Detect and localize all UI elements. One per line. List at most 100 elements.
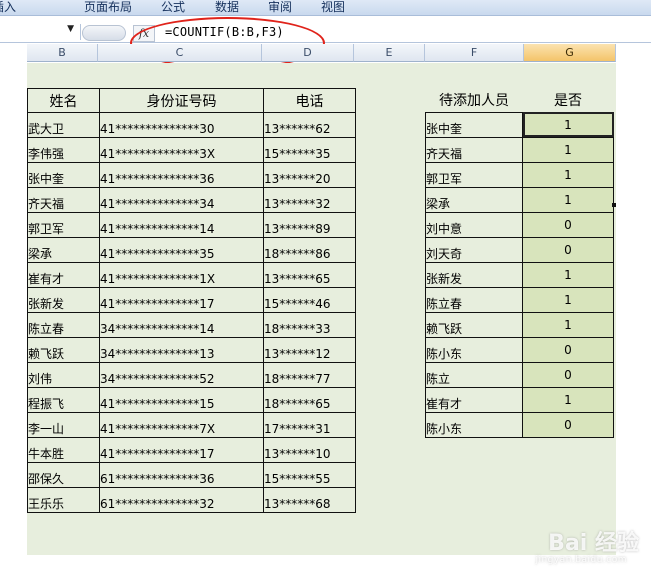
pending-person-cell[interactable]: 郭卫军 (425, 161, 523, 188)
name-cell[interactable]: 赖飞跃 (27, 337, 100, 363)
col-header-c[interactable]: C (98, 44, 262, 62)
phone-cell[interactable]: 13******32 (263, 187, 356, 213)
id-number-cell[interactable]: 41**************15 (99, 387, 264, 413)
col-header-b[interactable]: B (27, 44, 98, 62)
header-name[interactable]: 姓名 (27, 88, 100, 113)
result-cell[interactable]: 0 (522, 411, 614, 438)
id-number-cell[interactable]: 61**************32 (99, 487, 264, 513)
id-number-cell[interactable]: 41**************17 (99, 437, 264, 463)
pending-person-cell[interactable]: 陈立 (425, 361, 523, 388)
result-cell[interactable]: 1 (522, 186, 614, 213)
header-pending-person[interactable]: 待添加人员 (426, 88, 523, 112)
id-number-cell[interactable]: 41**************17 (99, 287, 264, 313)
col-header-d[interactable]: D (262, 44, 354, 62)
formula-bar-splitter[interactable] (82, 25, 126, 41)
name-cell[interactable]: 齐天福 (27, 187, 100, 213)
pending-person-cell[interactable]: 陈立春 (425, 286, 523, 313)
menu-data[interactable]: 数据 (215, 0, 239, 15)
name-cell[interactable]: 武大卫 (27, 112, 100, 138)
phone-cell[interactable]: 13******10 (263, 437, 356, 463)
id-number-cell[interactable]: 41**************35 (99, 237, 264, 263)
result-cell[interactable]: 1 (522, 261, 614, 288)
pending-person-cell[interactable]: 崔有才 (425, 386, 523, 413)
id-number-cell[interactable]: 41**************1X (99, 262, 264, 288)
header-phone[interactable]: 电话 (263, 88, 356, 113)
phone-cell[interactable]: 13******20 (263, 162, 356, 188)
name-box[interactable]: ▼ (0, 24, 81, 40)
fill-handle[interactable] (612, 203, 616, 207)
phone-cell[interactable]: 13******62 (263, 112, 356, 138)
id-number-cell[interactable]: 41**************36 (99, 162, 264, 188)
active-result-cell[interactable]: 1 (522, 111, 614, 138)
pending-person-cell[interactable]: 张新发 (425, 261, 523, 288)
pending-person-cell[interactable]: 梁承 (425, 186, 523, 213)
result-cell[interactable]: 1 (522, 386, 614, 413)
phone-cell[interactable]: 13******89 (263, 212, 356, 238)
name-cell[interactable]: 张新发 (27, 287, 100, 313)
result-cell[interactable]: 1 (522, 286, 614, 313)
name-cell[interactable]: 崔有才 (27, 262, 100, 288)
id-number-cell[interactable]: 41**************30 (99, 112, 264, 138)
table-row: 牛本胜 41**************17 13******10 (27, 437, 356, 463)
pending-person-cell[interactable]: 张中奎 (425, 111, 523, 138)
col-header-e[interactable]: E (354, 44, 425, 62)
phone-cell[interactable]: 18******33 (263, 312, 356, 338)
name-cell[interactable]: 郭卫军 (27, 212, 100, 238)
menu-insert[interactable]: 插入 (0, 0, 16, 15)
header-exists[interactable]: 是否 (523, 88, 614, 112)
id-number-cell[interactable]: 34**************52 (99, 362, 264, 388)
phone-cell[interactable]: 15******46 (263, 287, 356, 313)
pending-person-cell[interactable]: 齐天福 (425, 136, 523, 163)
id-number-cell[interactable]: 41**************34 (99, 187, 264, 213)
header-id-number[interactable]: 身份证号码 (99, 88, 264, 113)
result-cell[interactable]: 0 (522, 211, 614, 238)
name-cell[interactable]: 程振飞 (27, 387, 100, 413)
pending-person-cell[interactable]: 陈小东 (425, 411, 523, 438)
phone-cell[interactable]: 18******86 (263, 237, 356, 263)
phone-cell[interactable]: 17******31 (263, 412, 356, 438)
menu-page-layout[interactable]: 页面布局 (84, 0, 132, 15)
menu-review[interactable]: 审阅 (268, 0, 292, 15)
name-cell[interactable]: 王乐乐 (27, 487, 100, 513)
phone-cell[interactable]: 13******12 (263, 337, 356, 363)
id-number-cell[interactable]: 41**************7X (99, 412, 264, 438)
result-cell[interactable]: 1 (522, 311, 614, 338)
worksheet-grid[interactable]: 姓名 身份证号码 电话 武大卫 41**************30 13*****… (27, 63, 616, 555)
phone-cell[interactable]: 18******65 (263, 387, 356, 413)
name-cell[interactable]: 邵保久 (27, 462, 100, 488)
chevron-down-icon[interactable]: ▼ (67, 24, 74, 34)
pending-person-cell[interactable]: 赖飞跃 (425, 311, 523, 338)
result-cell[interactable]: 1 (522, 161, 614, 188)
pending-person-cell[interactable]: 刘天奇 (425, 236, 523, 263)
name-cell[interactable]: 梁承 (27, 237, 100, 263)
pending-person-cell[interactable]: 陈小东 (425, 336, 523, 363)
menu-view[interactable]: 视图 (321, 0, 345, 15)
phone-cell[interactable]: 18******77 (263, 362, 356, 388)
result-cell[interactable]: 0 (522, 336, 614, 363)
result-cell[interactable]: 1 (522, 136, 614, 163)
id-number-cell[interactable]: 41**************14 (99, 212, 264, 238)
name-cell[interactable]: 李伟强 (27, 137, 100, 163)
ribbon-menu-bar: 插入 页面布局 公式 数据 审阅 视图 (0, 0, 651, 16)
name-cell[interactable]: 李一山 (27, 412, 100, 438)
name-cell[interactable]: 牛本胜 (27, 437, 100, 463)
table-row: 李伟强 41**************3X 15******35 (27, 137, 356, 163)
phone-cell[interactable]: 15******55 (263, 462, 356, 488)
phone-cell[interactable]: 13******65 (263, 262, 356, 288)
id-number-cell[interactable]: 34**************13 (99, 337, 264, 363)
table-row: 张中奎 1 (425, 111, 614, 138)
name-cell[interactable]: 张中奎 (27, 162, 100, 188)
col-header-g[interactable]: G (524, 44, 616, 62)
name-cell[interactable]: 陈立春 (27, 312, 100, 338)
phone-cell[interactable]: 13******68 (263, 487, 356, 513)
pending-person-cell[interactable]: 刘中意 (425, 211, 523, 238)
id-number-cell[interactable]: 61**************36 (99, 462, 264, 488)
result-cell[interactable]: 0 (522, 361, 614, 388)
col-header-f[interactable]: F (425, 44, 524, 62)
name-cell[interactable]: 刘伟 (27, 362, 100, 388)
id-number-cell[interactable]: 34**************14 (99, 312, 264, 338)
result-cell[interactable]: 0 (522, 236, 614, 263)
id-number-cell[interactable]: 41**************3X (99, 137, 264, 163)
menu-formulas[interactable]: 公式 (161, 0, 185, 15)
phone-cell[interactable]: 15******35 (263, 137, 356, 163)
